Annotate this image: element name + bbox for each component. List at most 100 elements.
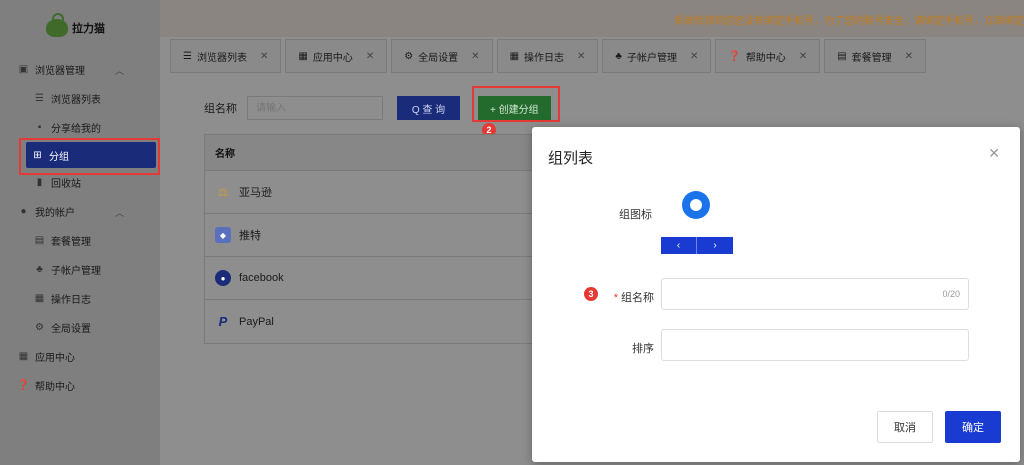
sidebar-item-help[interactable]: ❓ 帮助中心 [0,371,160,400]
tab-label: 全局设置 [418,52,459,64]
sidebar-item-label: 应用中心 [35,353,75,364]
package-icon: ▤ [837,50,847,62]
modal-title: 组列表 [548,150,594,167]
table-row[interactable]: ◆ 推特 [205,214,543,257]
icon-switcher: ‹ › [661,237,733,254]
confirm-button[interactable]: 确定 [945,411,1001,443]
sidebar-item-browser-management[interactable]: ▣ 浏览器管理 ︿ [0,55,160,84]
close-icon[interactable]: ✕ [471,51,479,62]
tab-log[interactable]: ▦ 操作日志 ✕ [496,39,599,73]
chevron-up-icon: ︿ [114,66,124,76]
close-icon[interactable]: ✕ [690,51,698,62]
sidebar-item-label: 我的帐户 [35,208,75,219]
apps-icon: ▦ [298,50,308,62]
sidebar-item-label: 帮助中心 [35,382,75,393]
sidebar-item-label: 分享给我的 [51,124,101,135]
sidebar-item-label: 套餐管理 [51,237,91,248]
table-header: 名称 [205,135,543,171]
group-name-field[interactable]: 0/20 [661,278,969,310]
notice-bar: 系统检测到您还没有绑定手机号，为了您的账号安全，请绑定手机号，立即绑定 [160,0,1024,37]
log-icon: ▦ [509,50,520,62]
group-name-search-input[interactable] [247,96,383,120]
next-icon-button[interactable]: › [697,237,733,254]
tab-bar: ☰ 浏览器列表 ✕ ▦ 应用中心 ✕ ⚙ 全局设置 ✕ ▦ 操作日志 ✕ ♣ 子… [160,37,1024,75]
group-name-label-text: 组名称 [621,292,654,304]
tab-package[interactable]: ▤ 套餐管理 ✕ [824,39,927,73]
sidebar-item-label: 操作日志 [51,295,91,306]
subaccount-icon: ♣ [36,264,43,275]
sidebar-item-apps[interactable]: ▦ 应用中心 [0,342,160,371]
sidebar-item-label: 全局设置 [51,324,91,335]
amazon-icon: ⚖ [218,186,228,199]
highlight-box-group [19,138,160,175]
close-icon[interactable]: ✕ [799,51,807,62]
char-counter: 0/20 [942,289,960,299]
sidebar-item-my-account[interactable]: ● 我的帐户 ︿ [0,197,160,226]
sort-field-label: 排序 [632,343,654,355]
sidebar-item-label: 浏览器管理 [35,66,85,77]
chevron-up-icon: ︿ [114,208,124,218]
tab-browser-list[interactable]: ☰ 浏览器列表 ✕ [170,39,282,73]
apps-icon: ▦ [18,351,29,362]
tab-apps[interactable]: ▦ 应用中心 ✕ [285,39,388,73]
sidebar-item-package[interactable]: ▤ 套餐管理 [0,226,160,255]
tab-settings[interactable]: ⚙ 全局设置 ✕ [391,39,493,73]
table-row[interactable]: ● facebook [205,257,543,300]
log-icon: ▦ [34,293,45,304]
group-name: 亚马逊 [239,187,272,199]
prev-icon-button[interactable]: ‹ [661,237,697,254]
tab-subaccount[interactable]: ♣ 子帐户管理 ✕ [602,39,712,73]
sidebar-item-subaccount[interactable]: ♣ 子帐户管理 [0,255,160,284]
share-icon: ▪ [37,122,42,133]
group-name: PayPal [239,315,274,328]
sidebar-item-log[interactable]: ▦ 操作日志 [0,284,160,313]
help-icon: ❓ [728,50,741,62]
package-icon: ▤ [34,235,45,246]
browser-icon: ▣ [18,64,29,75]
tab-help[interactable]: ❓ 帮助中心 ✕ [715,39,821,73]
column-header-name: 名称 [215,149,235,160]
list-icon: ☰ [35,93,44,104]
cancel-button[interactable]: 取消 [877,411,933,443]
sidebar-item-settings[interactable]: ⚙ 全局设置 [0,313,160,342]
brand-name: 拉力猫 [72,22,105,35]
sidebar-item-label: 浏览器列表 [51,95,101,106]
tab-label: 浏览器列表 [196,52,247,64]
table-row[interactable]: ⚖ 亚马逊 [205,171,543,214]
highlight-box-create [472,86,560,122]
table-row[interactable]: P PayPal [205,300,543,343]
step-badge-3: 3 [584,287,598,301]
tab-label: 帮助中心 [745,52,786,64]
query-button[interactable]: Q 查 询 [397,96,460,120]
sidebar-item-label: 子帐户管理 [51,266,101,277]
group-name-field-label: * 组名称 [604,289,654,305]
sort-field[interactable] [661,329,969,361]
list-icon: ☰ [183,50,192,62]
user-icon: ● [20,206,27,217]
group-name: 推特 [239,230,261,242]
facebook-icon: ● [215,270,231,286]
sidebar: 拉力猫 ▣ 浏览器管理 ︿ ☰ 浏览器列表 ▪ 分享给我的 ⊞ 分组 ▮ 回收站… [0,0,160,465]
group-list-modal: 组列表 ✕ 组图标 ‹ › 3 * 组名称 0/20 排序 取消 确定 [532,127,1020,462]
close-icon[interactable]: ✕ [577,51,585,62]
close-icon[interactable]: ✕ [905,51,913,62]
paypal-icon: P [218,314,228,329]
subaccount-icon: ♣ [615,50,622,62]
cursor-icon [690,199,702,211]
group-icon-label: 组图标 [619,209,652,221]
group-table: 名称 ⚖ 亚马逊 ◆ 推特 ● facebook P PayPal [204,134,544,344]
sidebar-item-browser-list[interactable]: ☰ 浏览器列表 [0,84,160,113]
gear-icon: ⚙ [404,50,414,62]
logo[interactable]: 拉力猫 [0,0,160,55]
sidebar-nav: ▣ 浏览器管理 ︿ ☰ 浏览器列表 ▪ 分享给我的 ⊞ 分组 ▮ 回收站 ● 我… [0,55,160,400]
close-icon[interactable]: ✕ [260,51,268,62]
selected-group-icon[interactable] [682,191,710,219]
cat-logo-icon [46,12,68,37]
bind-phone-notice[interactable]: 系统检测到您还没有绑定手机号，为了您的账号安全，请绑定手机号，立即绑定 [674,12,1024,27]
close-icon[interactable]: ✕ [366,51,374,62]
close-icon[interactable]: ✕ [988,145,1000,162]
tab-label: 子帐户管理 [626,52,677,64]
twitter-icon: ◆ [215,227,231,243]
group-name-filter-label: 组名称 [204,103,237,115]
tab-label: 操作日志 [524,52,565,64]
